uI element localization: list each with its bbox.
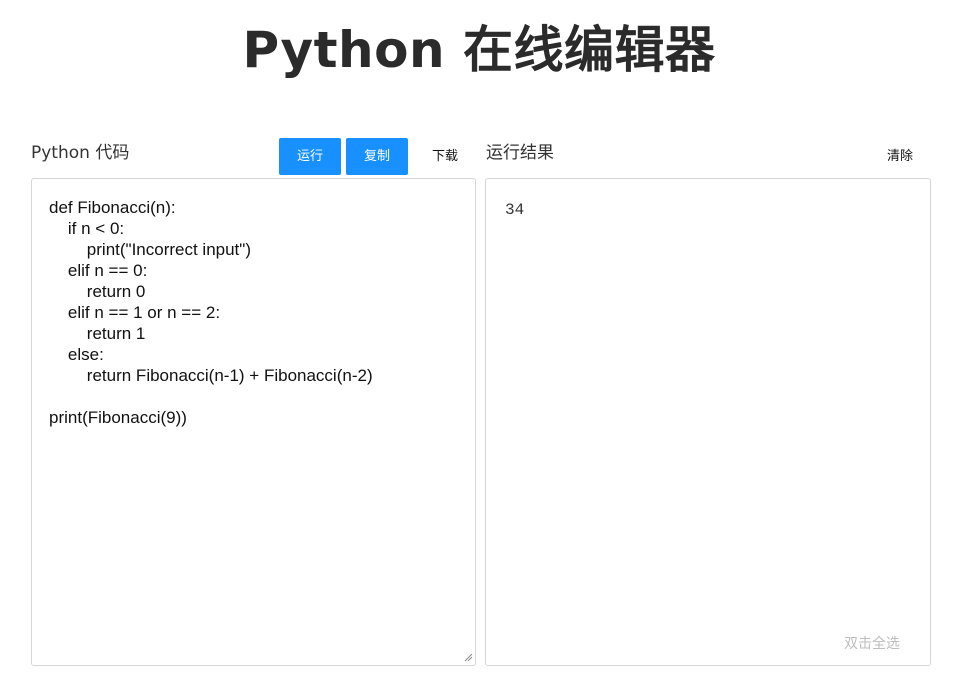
code-line: elif n == 1 or n == 2: [49,303,221,322]
code-text[interactable]: def Fibonacci(n): if n < 0: print("Incor… [49,197,469,428]
code-line: print("Incorrect input") [49,240,251,259]
output-result: 34 [505,201,525,219]
code-line: if n < 0: [49,219,125,238]
code-line: def Fibonacci(n): [49,198,176,217]
download-button[interactable]: 下载 [418,138,472,175]
select-all-hint: 双击全选 [844,636,900,652]
run-button[interactable]: 运行 [279,138,341,175]
output-label: 运行结果 [486,143,554,163]
editor-label: Python 代码 [31,143,130,163]
code-line: elif n == 0: [49,261,148,280]
code-line: return 0 [49,282,146,301]
code-line: return Fibonacci(n-1) + Fibonacci(n-2) [49,366,373,385]
page-title: Python 在线编辑器 [242,21,716,79]
copy-button[interactable]: 复制 [346,138,408,175]
resize-grip-icon[interactable] [463,652,473,662]
output-box[interactable] [485,178,931,666]
code-line: print(Fibonacci(9)) [49,408,187,427]
code-line: else: [49,345,104,364]
code-line: return 1 [49,324,146,343]
clear-button[interactable]: 清除 [872,138,928,175]
